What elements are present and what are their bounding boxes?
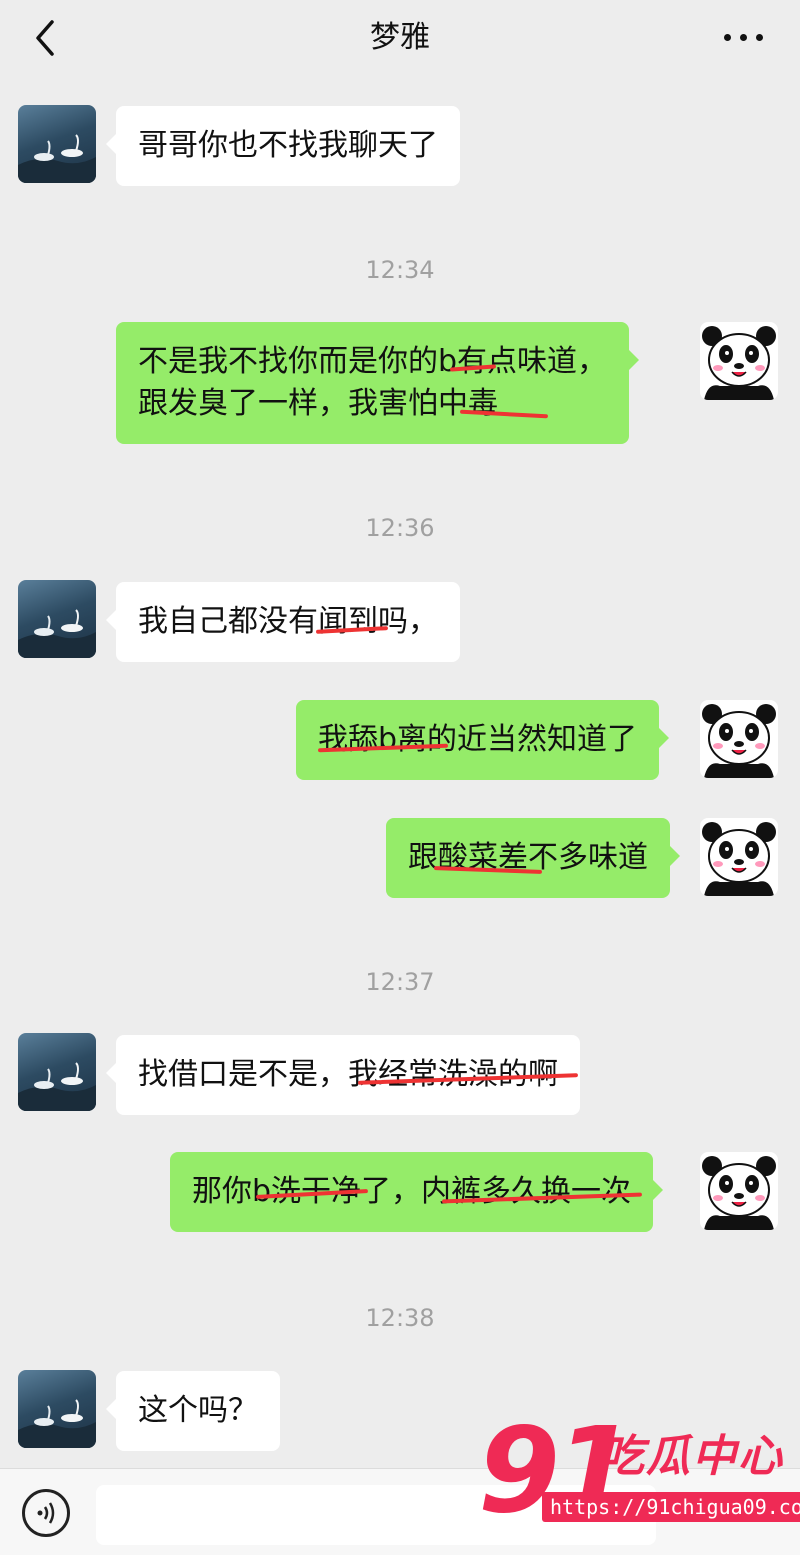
watermark-url: https://91chigua09.com bbox=[542, 1492, 800, 1522]
timestamp: 12:36 bbox=[365, 514, 435, 542]
message-text: 那你b洗干净了，内裤多久换一次 bbox=[192, 1174, 632, 1209]
message-text: 我自己都没有闻到吗， bbox=[138, 604, 438, 639]
my-avatar[interactable] bbox=[700, 818, 778, 896]
message-text: 我舔b离的近当然知道了 bbox=[318, 722, 638, 757]
more-button[interactable] bbox=[720, 22, 770, 52]
voice-icon bbox=[37, 1502, 55, 1524]
contact-avatar[interactable] bbox=[18, 105, 96, 183]
swan-avatar-image bbox=[18, 1399, 96, 1448]
message-bubble[interactable]: 哥哥你也不找我聊天了 bbox=[106, 106, 460, 186]
message-bubble[interactable]: 我自己都没有闻到吗， bbox=[106, 582, 460, 662]
message-text: 找借口是不是，我经常洗澡的啊 bbox=[138, 1057, 558, 1092]
timestamp: 12:34 bbox=[365, 256, 435, 284]
message-bubble[interactable]: 不是我不找你而是你的b有点味道， 跟发臭了一样，我害怕中毒 bbox=[116, 322, 640, 444]
my-avatar[interactable] bbox=[700, 1152, 778, 1230]
timestamp: 12:38 bbox=[365, 1304, 435, 1332]
voice-button[interactable] bbox=[22, 1489, 70, 1537]
message-bubble[interactable]: 跟酸菜差不多味道 bbox=[386, 818, 680, 898]
panda-avatar-image bbox=[702, 822, 776, 896]
swan-avatar-image bbox=[18, 134, 96, 183]
message-bubble[interactable]: 那你b洗干净了，内裤多久换一次 bbox=[170, 1152, 664, 1232]
contact-avatar[interactable] bbox=[18, 580, 96, 658]
panda-avatar-image bbox=[702, 704, 776, 778]
contact-avatar[interactable] bbox=[18, 1370, 96, 1448]
message-bubble[interactable]: 我舔b离的近当然知道了 bbox=[296, 700, 670, 780]
my-avatar[interactable] bbox=[700, 322, 778, 400]
my-avatar[interactable] bbox=[700, 700, 778, 778]
message-line: 跟发臭了一样，我害怕中毒 bbox=[138, 386, 498, 421]
chat-header: 梦雅 bbox=[0, 0, 800, 78]
watermark-logo: 91 吃瓜中心 https://91chigua09.com bbox=[478, 1410, 800, 1540]
panda-avatar-image bbox=[702, 326, 776, 400]
watermark-text: 吃瓜中心 bbox=[600, 1431, 784, 1482]
panda-avatar-image bbox=[702, 1156, 776, 1230]
timestamp: 12:37 bbox=[365, 968, 435, 996]
swan-avatar-image bbox=[18, 609, 96, 658]
swan-avatar-image bbox=[18, 1062, 96, 1111]
more-dots-icon bbox=[724, 34, 731, 41]
chat-title: 梦雅 bbox=[370, 20, 430, 55]
contact-avatar[interactable] bbox=[18, 1033, 96, 1111]
message-bubble[interactable]: 这个吗？ bbox=[106, 1371, 280, 1451]
message-line: 不是我不找你而是你的b有点味道， bbox=[138, 344, 608, 379]
message-bubble[interactable]: 找借口是不是，我经常洗澡的啊 bbox=[106, 1035, 580, 1115]
